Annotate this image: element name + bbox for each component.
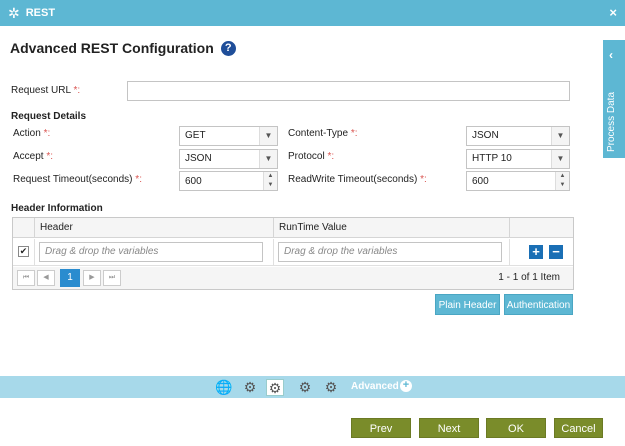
gear-icon: ✲: [8, 5, 20, 21]
ok-button[interactable]: OK: [486, 418, 546, 438]
globe-settings-icon[interactable]: ⚙: [296, 379, 314, 396]
step-toolbar: 🌐 ⚙ ⚙ ⚙ ⚙ Advanced +: [0, 376, 625, 398]
add-row-button[interactable]: +: [529, 245, 543, 259]
protocol-label: Protocol *:: [288, 151, 335, 162]
action-select[interactable]: GET ▼: [179, 126, 278, 146]
request-timeout-stepper[interactable]: 600 ▲ ▼: [179, 171, 278, 191]
column-runtime-value[interactable]: RunTime Value: [274, 218, 510, 238]
advanced-label[interactable]: Advanced: [351, 381, 399, 392]
chevron-down-icon: ▼: [551, 150, 569, 168]
request-url-input[interactable]: [127, 81, 570, 101]
request-details-title: Request Details: [11, 111, 87, 122]
action-label: Action *:: [13, 128, 51, 139]
next-button[interactable]: Next: [419, 418, 479, 438]
accept-select[interactable]: JSON ▼: [179, 149, 278, 169]
process-data-label: Process Data: [606, 91, 617, 152]
table-row: ✔ Drag & drop the variables Drag & drop …: [13, 239, 573, 266]
title-bar: ✲ REST ×: [0, 0, 625, 26]
readwrite-timeout-label: ReadWrite Timeout(seconds) *:: [288, 174, 427, 185]
readwrite-timeout-stepper[interactable]: 600 ▲ ▼: [466, 171, 570, 191]
chevron-down-icon: ▼: [551, 127, 569, 145]
last-page-icon[interactable]: ⏭: [103, 270, 121, 286]
remove-row-button[interactable]: −: [549, 245, 563, 259]
column-header[interactable]: Header: [35, 218, 274, 238]
first-page-icon[interactable]: ⏮: [17, 270, 35, 286]
content-type-label: Content-Type *:: [288, 128, 358, 139]
plain-header-button[interactable]: Plain Header: [435, 294, 500, 315]
page-title: Advanced REST Configuration ?: [10, 40, 236, 56]
prev-page-icon[interactable]: ◀: [37, 270, 55, 286]
stepper-arrows-icon[interactable]: ▲ ▼: [555, 172, 569, 190]
authentication-button[interactable]: Authentication: [504, 294, 573, 315]
runtime-value-drop-field[interactable]: Drag & drop the variables: [278, 242, 502, 262]
row-checkbox[interactable]: ✔: [18, 246, 29, 257]
globe-icon[interactable]: 🌐: [215, 379, 233, 396]
current-page[interactable]: 1: [60, 269, 80, 287]
prev-button[interactable]: Prev: [351, 418, 411, 438]
grid-header-select: [13, 218, 35, 238]
stepper-arrows-icon[interactable]: ▲ ▼: [263, 172, 277, 190]
request-url-label: Request URL *:: [11, 85, 81, 96]
plus-icon[interactable]: +: [400, 380, 412, 392]
process-data-tab[interactable]: ‹ Process Data: [603, 40, 625, 158]
grid-pager: ⏮ ◀ 1 ▶ ⏭ 1 - 1 of 1 Item: [13, 267, 573, 289]
help-icon[interactable]: ?: [220, 40, 236, 56]
globe-gear-icon[interactable]: ⚙: [322, 379, 340, 396]
protocol-select[interactable]: HTTP 10 ▼: [466, 149, 570, 169]
pager-info: 1 - 1 of 1 Item: [498, 272, 560, 283]
request-timeout-label: Request Timeout(seconds) *:: [13, 174, 142, 185]
chevron-down-icon: ▼: [259, 150, 277, 168]
header-drop-field[interactable]: Drag & drop the variables: [39, 242, 263, 262]
chevron-left-icon: ‹: [609, 48, 613, 62]
close-icon[interactable]: ×: [609, 5, 617, 20]
globe-gear-icon[interactable]: ⚙: [241, 379, 259, 396]
header-information-title: Header Information: [11, 203, 103, 214]
header-grid: Header RunTime Value ✔ Drag & drop the v…: [12, 217, 574, 290]
accept-label: Accept *:: [13, 151, 54, 162]
next-page-icon[interactable]: ▶: [83, 270, 101, 286]
page-heading: Advanced REST Configuration: [10, 40, 214, 56]
grid-header: Header RunTime Value: [13, 218, 573, 238]
cancel-button[interactable]: Cancel: [554, 418, 603, 438]
rest-config-icon[interactable]: ⚙: [266, 379, 284, 396]
content-type-select[interactable]: JSON ▼: [466, 126, 570, 146]
window-title: REST: [25, 7, 56, 19]
chevron-down-icon: ▼: [259, 127, 277, 145]
